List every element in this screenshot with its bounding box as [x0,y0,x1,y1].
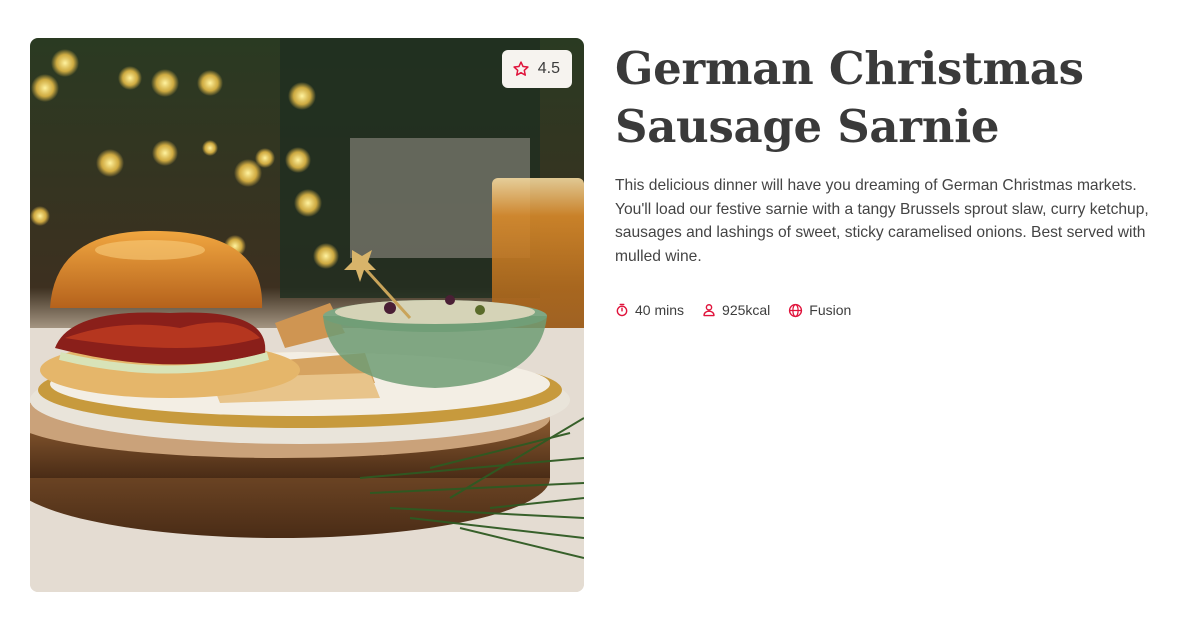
stopwatch-icon [615,303,629,317]
person-icon [702,303,716,317]
recipe-details: German Christmas Sausage Sarnie This del… [615,40,1175,318]
globe-icon [788,303,803,318]
meta-time-label: 40 mins [635,302,685,318]
recipe-description: This delicious dinner will have you drea… [615,177,1149,265]
meta-cuisine: Fusion [788,302,851,318]
meta-cuisine-label: Fusion [809,302,852,318]
recipe-title: German Christmas Sausage Sarnie [615,42,1084,153]
meta-calories: 925kcal [702,302,770,318]
star-outline-icon [512,60,530,78]
recipe-photo[interactable]: 4.5 [30,38,584,592]
food-image [30,38,584,592]
recipe-meta: 40 mins 925kcal Fusion [615,302,1175,318]
recipe-card: 4.5 German Christmas Sausage Sarnie This… [0,0,1200,630]
rating-value: 4.5 [537,60,560,77]
rating-badge: 4.5 [501,50,572,88]
meta-time: 40 mins [615,302,684,318]
meta-calories-label: 925kcal [722,302,771,318]
